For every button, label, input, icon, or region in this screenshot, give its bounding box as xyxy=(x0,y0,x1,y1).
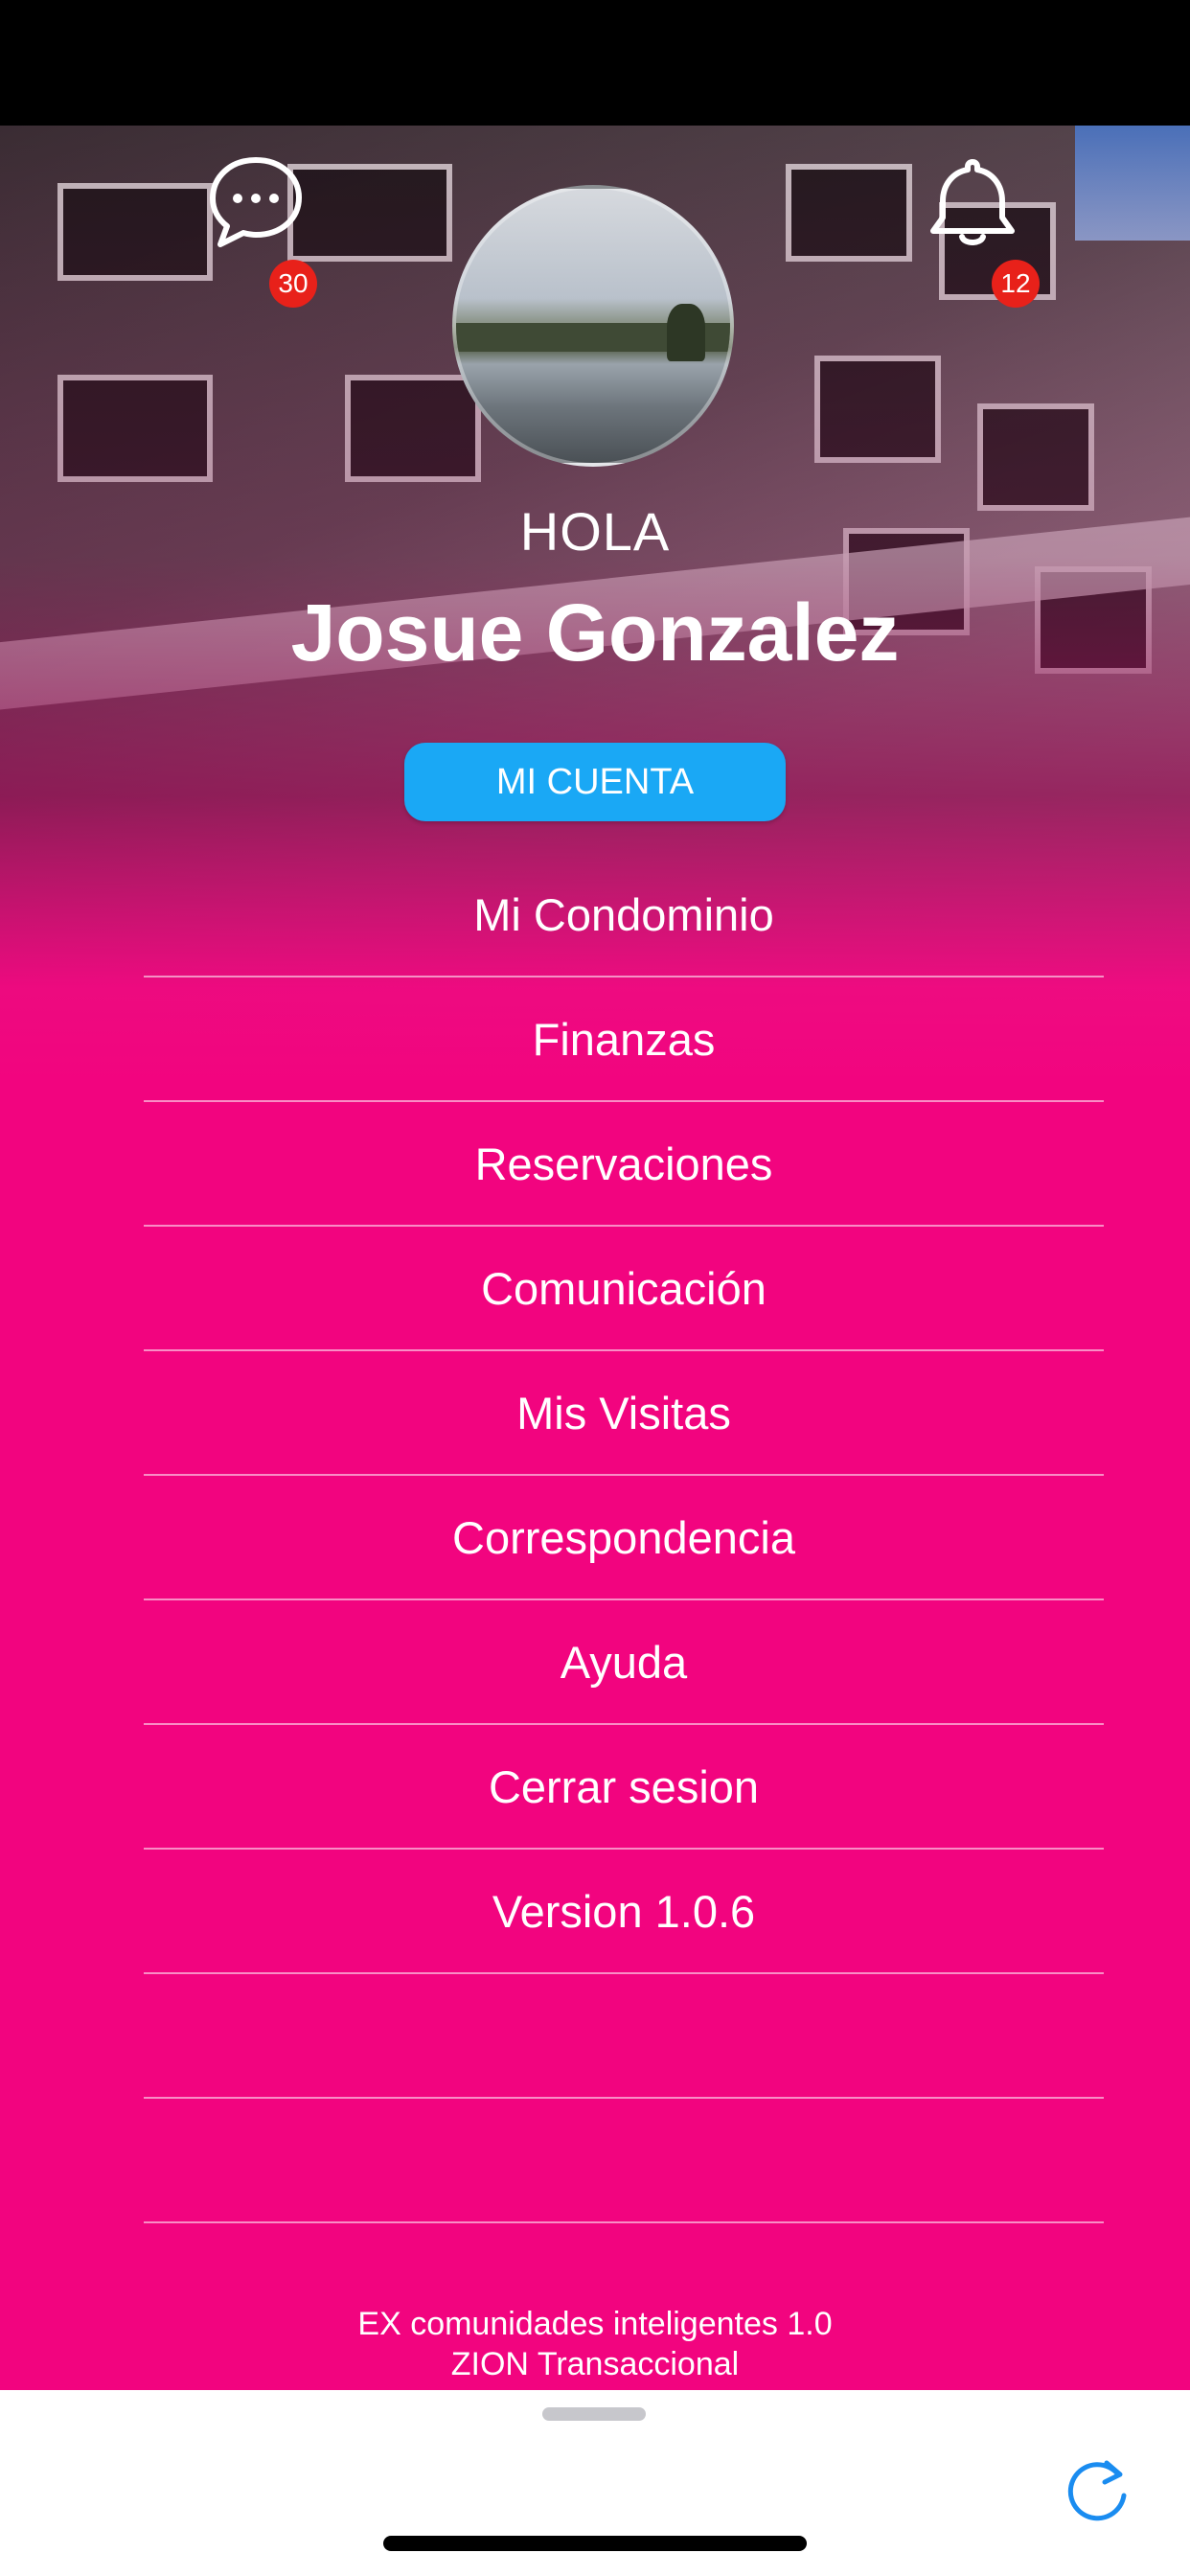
menu-item-ayuda[interactable]: Ayuda xyxy=(144,1600,1104,1725)
home-indicator xyxy=(383,2536,807,2551)
menu-item-mis-visitas[interactable]: Mis Visitas xyxy=(144,1351,1104,1476)
footer-line-1: EX comunidades inteligentes 1.0 xyxy=(357,2306,833,2342)
refresh-icon[interactable] xyxy=(1059,2453,1135,2530)
notifications-badge: 12 xyxy=(992,260,1040,308)
greeting: HOLA xyxy=(519,501,671,562)
menu-item-finanzas[interactable]: Finanzas xyxy=(144,978,1104,1102)
status-bar xyxy=(0,0,1190,126)
menu-item-empty xyxy=(144,2099,1104,2223)
menu-item-reservaciones[interactable]: Reservaciones xyxy=(144,1102,1104,1227)
my-account-button[interactable]: MI CUENTA xyxy=(404,743,786,821)
menu-item-version: Version 1.0.6 xyxy=(144,1850,1104,1974)
menu-item-correspondencia[interactable]: Correspondencia xyxy=(144,1476,1104,1600)
drawer-menu: Mi Condominio Finanzas Reservaciones Com… xyxy=(144,853,1104,2223)
user-name: Josue Gonzalez xyxy=(290,587,900,678)
menu-item-empty xyxy=(144,1974,1104,2099)
menu-item-comunicacion[interactable]: Comunicación xyxy=(144,1227,1104,1351)
avatar[interactable] xyxy=(452,185,734,467)
messages-badge: 30 xyxy=(269,260,317,308)
bell-icon[interactable] xyxy=(920,149,1025,254)
menu-item-mi-condominio[interactable]: Mi Condominio xyxy=(144,853,1104,978)
footer-credits: EX comunidades inteligentes 1.0 ZION Tra… xyxy=(0,2304,1190,2384)
menu-item-cerrar-sesion[interactable]: Cerrar sesion xyxy=(144,1725,1104,1850)
drag-handle[interactable] xyxy=(542,2407,646,2421)
chat-bubble-icon[interactable] xyxy=(203,149,309,254)
footer-line-2: ZION Transaccional xyxy=(450,2346,740,2382)
